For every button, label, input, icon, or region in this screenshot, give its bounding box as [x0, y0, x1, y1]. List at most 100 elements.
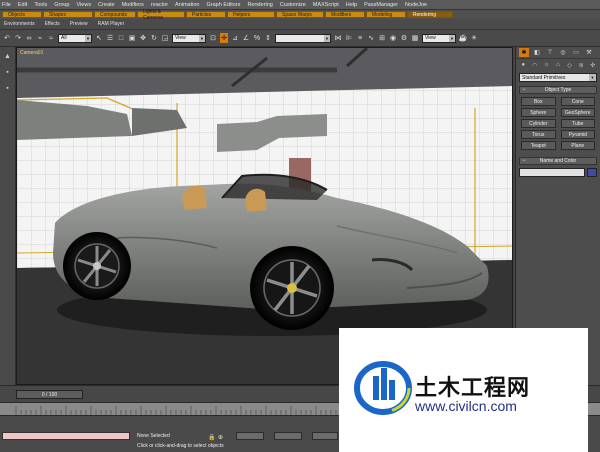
- tab-objects[interactable]: Objects: [2, 11, 42, 18]
- viewport-label[interactable]: Camera01: [20, 50, 43, 56]
- cone-button[interactable]: Cone: [560, 97, 595, 106]
- time-slider[interactable]: 0 / 100: [16, 390, 83, 399]
- create-tab-icon[interactable]: ✱: [519, 48, 529, 57]
- teapot-button[interactable]: Teapot: [521, 141, 556, 150]
- y-coordinate-field[interactable]: [274, 432, 302, 440]
- systems-icon[interactable]: ✣: [588, 61, 597, 70]
- quick-render-icon[interactable]: ☕: [459, 33, 468, 43]
- cylinder-button[interactable]: Cylinder: [521, 119, 556, 128]
- environments-button[interactable]: Environments: [4, 21, 35, 27]
- tab-modifiers[interactable]: Modifiers: [325, 11, 365, 18]
- x-coordinate-field[interactable]: [236, 432, 264, 440]
- pivot-center-icon[interactable]: ⊡: [209, 33, 217, 43]
- percent-snap-icon[interactable]: %: [253, 33, 261, 43]
- menu-reactor[interactable]: reactor: [151, 2, 168, 8]
- tab-particles[interactable]: Particles: [186, 11, 226, 18]
- menu-graph-editors[interactable]: Graph Editors: [207, 2, 241, 8]
- menu-animation[interactable]: Animation: [175, 2, 199, 8]
- curve-editor-icon[interactable]: ∿: [367, 33, 375, 43]
- tab-modeling[interactable]: Modeling: [366, 11, 406, 18]
- object-name-field[interactable]: [519, 168, 585, 177]
- bind-space-warp-icon[interactable]: ≈: [47, 33, 55, 43]
- pyramid-button[interactable]: Pyramid: [560, 130, 595, 139]
- select-by-name-icon[interactable]: ☰: [106, 33, 114, 43]
- select-move-icon[interactable]: ✥: [139, 33, 147, 43]
- link-icon[interactable]: ∞: [25, 33, 33, 43]
- cameras-icon[interactable]: ⌂: [554, 61, 563, 70]
- menu-rendering[interactable]: Rendering: [247, 2, 272, 8]
- torus-button[interactable]: Torus: [521, 130, 556, 139]
- menu-nodejoe[interactable]: NodeJoe: [405, 2, 427, 8]
- display-tab-icon[interactable]: ▭: [571, 48, 581, 57]
- menu-edit[interactable]: Edit: [18, 2, 27, 8]
- tab-space-warps[interactable]: Space Warps: [276, 11, 324, 18]
- tab-helpers[interactable]: Helpers: [227, 11, 275, 18]
- tool-icon[interactable]: ▪: [3, 69, 13, 79]
- unlink-icon[interactable]: ⌁: [36, 33, 44, 43]
- mirror-icon[interactable]: ⋈: [334, 33, 342, 43]
- tool-icon[interactable]: ▪: [3, 85, 13, 95]
- menu-help[interactable]: Help: [346, 2, 357, 8]
- layer-manager-icon[interactable]: ≡: [356, 33, 364, 43]
- menu-group[interactable]: Group: [54, 2, 69, 8]
- primitive-type-dropdown[interactable]: Standard Primitives ▼: [519, 73, 597, 82]
- object-color-swatch[interactable]: [587, 168, 597, 177]
- render-setup-icon[interactable]: ⚙: [400, 33, 408, 43]
- name-and-color-rollout[interactable]: − Name and Color: [519, 157, 597, 165]
- shapes-icon[interactable]: ◠: [531, 61, 540, 70]
- helpers-icon[interactable]: ◇: [565, 61, 574, 70]
- geometry-icon[interactable]: ●: [519, 61, 528, 70]
- tube-button[interactable]: Tube: [560, 119, 595, 128]
- hierarchy-tab-icon[interactable]: ⊤: [545, 48, 555, 57]
- box-button[interactable]: Box: [521, 97, 556, 106]
- coord-mode-icon[interactable]: ⊕: [218, 434, 223, 441]
- selection-region-icon[interactable]: □: [117, 33, 125, 43]
- snap-toggle-icon[interactable]: ⊿: [231, 33, 239, 43]
- tab-compounds[interactable]: Compounds: [94, 11, 136, 18]
- scroll-up-icon[interactable]: ▲: [3, 53, 13, 63]
- render-frame-icon[interactable]: ▦: [411, 33, 419, 43]
- schematic-view-icon[interactable]: ⊞: [378, 33, 386, 43]
- select-scale-icon[interactable]: ◲: [161, 33, 169, 43]
- named-selection-sets-dropdown[interactable]: ▼: [275, 33, 331, 43]
- spinner-snap-icon[interactable]: ⇕: [264, 33, 272, 43]
- window-crossing-icon[interactable]: ▣: [128, 33, 136, 43]
- select-rotate-icon[interactable]: ↻: [150, 33, 158, 43]
- material-editor-icon[interactable]: ◉: [389, 33, 397, 43]
- preview-button[interactable]: Preview: [70, 21, 88, 27]
- lock-icon[interactable]: 🔒: [208, 434, 215, 441]
- tab-rendering[interactable]: Rendering: [407, 11, 453, 18]
- redo-icon[interactable]: ↷: [14, 33, 22, 43]
- undo-icon[interactable]: ↶: [3, 33, 11, 43]
- plane-button[interactable]: Plane: [560, 141, 595, 150]
- space-warps-icon[interactable]: ≋: [577, 61, 586, 70]
- effects-button[interactable]: Effects: [45, 21, 60, 27]
- z-coordinate-field[interactable]: [312, 432, 338, 440]
- maxscript-listener[interactable]: [2, 432, 130, 440]
- menu-maxscript[interactable]: MAXScript: [313, 2, 339, 8]
- menu-create[interactable]: Create: [98, 2, 115, 8]
- selection-filter-dropdown[interactable]: All ▼: [58, 33, 92, 43]
- lights-icon[interactable]: ☼: [542, 61, 551, 70]
- menu-tools[interactable]: Tools: [34, 2, 47, 8]
- select-manipulate-icon[interactable]: ✛: [220, 33, 228, 43]
- utilities-tab-icon[interactable]: ⚒: [584, 48, 594, 57]
- ram-player-button[interactable]: RAM Player: [98, 21, 125, 27]
- reference-coordinate-dropdown[interactable]: View ▼: [172, 33, 206, 43]
- object-type-rollout[interactable]: − Object Type: [519, 86, 597, 94]
- menu-file[interactable]: File: [2, 2, 11, 8]
- modify-tab-icon[interactable]: ◧: [532, 48, 542, 57]
- menu-passmanager[interactable]: PassManager: [364, 2, 398, 8]
- render-view-dropdown[interactable]: View ▼: [422, 33, 456, 43]
- angle-snap-icon[interactable]: ∠: [242, 33, 250, 43]
- align-icon[interactable]: ⊫: [345, 33, 353, 43]
- menu-modifiers[interactable]: Modifiers: [122, 2, 144, 8]
- tab-shapes[interactable]: Shapes: [43, 11, 93, 18]
- motion-tab-icon[interactable]: ◎: [558, 48, 568, 57]
- active-shade-icon[interactable]: ☀: [470, 33, 478, 43]
- tab-lights-cameras[interactable]: Lights & Cameras: [137, 9, 185, 21]
- geosphere-button[interactable]: GeoSphere: [560, 108, 595, 117]
- menu-views[interactable]: Views: [77, 2, 92, 8]
- select-object-icon[interactable]: ↖: [95, 33, 103, 43]
- menu-customize[interactable]: Customize: [280, 2, 306, 8]
